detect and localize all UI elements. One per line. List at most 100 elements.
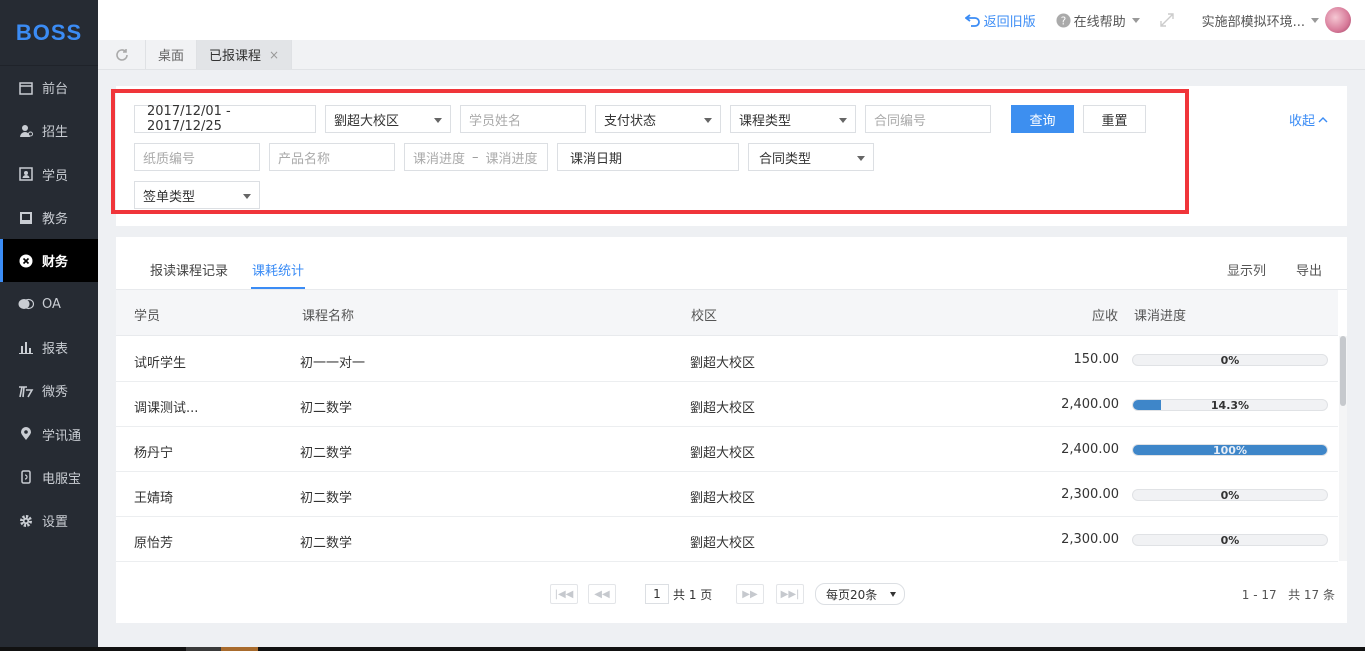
scrollbar-thumb[interactable] — [1340, 336, 1346, 406]
app-logo[interactable]: BOSS — [0, 0, 98, 66]
tab-enrolled-courses[interactable]: 已报课程 × — [197, 40, 293, 69]
pay-status-select[interactable]: 支付状态 — [595, 105, 721, 133]
table-row[interactable]: 调课测试... 初二数学 劉超大校区 2,400.00 14.3% — [116, 382, 1338, 427]
page-number-input[interactable]: 1 — [645, 584, 669, 604]
chevron-down-icon — [839, 118, 847, 123]
content-tabs: 报读课程记录 课耗统计 显示列 导出 — [116, 237, 1347, 290]
progress-bar: 100% — [1132, 444, 1328, 456]
sidebar-item[interactable]: 学员 — [0, 153, 98, 196]
collapse-filters-link[interactable]: 收起 — [1289, 110, 1328, 129]
sidebar-item-label: OA — [42, 296, 61, 312]
phone-icon — [18, 469, 34, 485]
student-name-input[interactable]: 学员姓名 — [460, 105, 586, 133]
first-page-button[interactable]: |◀◀ — [550, 584, 578, 604]
contract-type-value: 合同类型 — [759, 151, 812, 167]
search-button[interactable]: 查询 — [1011, 105, 1074, 133]
tab-consumption-stats[interactable]: 课耗统计 — [252, 260, 304, 279]
user-add-icon — [18, 123, 34, 139]
date-range-value: 2017/12/01 - 2017/12/25 — [147, 104, 231, 134]
contract-type-select[interactable]: 合同类型 — [748, 143, 874, 171]
export-button[interactable]: 导出 — [1296, 260, 1322, 279]
progress-label: 0% — [1220, 354, 1240, 366]
cell-student: 原怡芳 — [134, 536, 174, 551]
consume-date-picker[interactable]: 课消日期 — [557, 143, 739, 171]
cell-campus: 劉超大校区 — [690, 491, 756, 506]
page-tabs-bar: 桌面 已报课程 × — [98, 40, 1365, 70]
tab-desktop[interactable]: 桌面 — [146, 40, 198, 69]
back-old-version-link[interactable]: 返回旧版 — [964, 11, 1036, 30]
cell-student: 杨丹宁 — [134, 446, 174, 461]
table-row[interactable]: 试听学生 初一一对一 劉超大校区 150.00 0% — [116, 337, 1338, 382]
cell-course: 初二数学 — [300, 446, 353, 461]
cell-student: 调课测试... — [134, 401, 199, 416]
close-icon[interactable]: × — [269, 48, 279, 62]
sidebar-item[interactable]: 报表 — [0, 326, 98, 369]
top-header: 返回旧版 ? 在线帮助 实施部模拟环境... — [98, 0, 1365, 40]
chevron-down-icon — [1311, 17, 1319, 23]
table-row[interactable]: 原怡芳 初二数学 劉超大校区 2,300.00 0% — [116, 517, 1338, 562]
cell-course: 初一一对一 — [300, 356, 366, 371]
avatar[interactable] — [1325, 7, 1351, 33]
table-row[interactable]: 杨丹宁 初二数学 劉超大校区 2,400.00 100% — [116, 427, 1338, 472]
book-icon — [18, 210, 34, 226]
gear-icon — [18, 513, 34, 529]
cell-student: 试听学生 — [134, 356, 187, 371]
product-name-input[interactable]: 产品名称 — [269, 143, 395, 171]
tab-enroll-records[interactable]: 报读课程记录 — [150, 260, 228, 279]
column-header-student[interactable]: 学员 — [134, 305, 160, 324]
chevron-down-icon — [243, 194, 251, 199]
next-page-button[interactable]: ▶▶ — [736, 584, 764, 604]
contract-no-input[interactable]: 合同编号 — [865, 105, 991, 133]
sidebar-item-label: 招生 — [42, 125, 69, 141]
last-page-button[interactable]: ▶▶| — [776, 584, 804, 604]
prev-page-icon: ◀◀ — [594, 588, 610, 600]
paper-no-input[interactable]: 纸质编号 — [134, 143, 260, 171]
prev-page-button[interactable]: ◀◀ — [588, 584, 616, 604]
table-row[interactable]: 王婧琦 初二数学 劉超大校区 2,300.00 0% — [116, 472, 1338, 517]
campus-value: 劉超大校区 — [334, 113, 400, 129]
progress-label: 0% — [1220, 489, 1240, 501]
record-total: 共 17 条 — [1288, 588, 1335, 602]
cell-receivable: 2,400.00 — [1061, 397, 1119, 412]
cell-receivable: 150.00 — [1073, 352, 1120, 367]
user-menu[interactable]: 实施部模拟环境... — [1202, 7, 1351, 33]
progress-label: 14.3% — [1210, 399, 1250, 411]
pay-status-value: 支付状态 — [604, 113, 657, 129]
refresh-button[interactable] — [98, 40, 146, 69]
column-header-receivable[interactable]: 应收 — [1092, 305, 1118, 324]
sidebar-item[interactable]: 电服宝 — [0, 456, 98, 499]
sidebar-item-label: 报表 — [42, 341, 69, 357]
column-header-progress[interactable]: 课消进度 — [1134, 305, 1186, 324]
page-size-select[interactable]: 每页20条 — [815, 583, 905, 605]
cell-campus: 劉超大校区 — [690, 356, 756, 371]
online-help-menu[interactable]: ? 在线帮助 — [1056, 11, 1140, 30]
calendar-icon — [18, 80, 34, 96]
back-old-version-label: 返回旧版 — [983, 14, 1036, 30]
progress-range-input[interactable]: 课消进度 – 课消进度 — [404, 143, 548, 171]
progress-bar: 0% — [1132, 534, 1328, 546]
finance-icon — [18, 253, 34, 269]
student-name-placeholder: 学员姓名 — [469, 113, 522, 129]
sidebar-item[interactable]: 教务 — [0, 196, 98, 239]
course-type-select[interactable]: 课程类型 — [730, 105, 856, 133]
contract-no-placeholder: 合同编号 — [874, 113, 927, 129]
sidebar-item[interactable]: 微秀 — [0, 369, 98, 412]
sidebar-item[interactable]: 设置 — [0, 499, 98, 542]
taskbar-item — [221, 647, 258, 651]
fullscreen-button[interactable] — [1159, 13, 1174, 27]
table-scrollbar[interactable] — [1339, 336, 1347, 561]
sidebar-item[interactable]: 招生 — [0, 109, 98, 152]
sidebar-item[interactable]: OA — [0, 282, 98, 325]
brand-icon — [18, 383, 34, 399]
campus-select[interactable]: 劉超大校区 — [325, 105, 451, 133]
date-range-picker[interactable]: 2017/12/01 - 2017/12/25 — [134, 104, 316, 134]
sidebar-item[interactable]: 学讯通 — [0, 412, 98, 455]
show-columns-button[interactable]: 显示列 — [1227, 260, 1266, 279]
reset-button[interactable]: 重置 — [1083, 105, 1146, 133]
column-header-course[interactable]: 课程名称 — [302, 305, 354, 324]
sidebar-item[interactable]: 前台 — [0, 66, 98, 109]
column-header-campus[interactable]: 校区 — [691, 305, 717, 324]
record-range: 1 - 17 — [1241, 588, 1277, 602]
sidebar-item[interactable]: 财务 — [0, 239, 98, 283]
sign-type-select[interactable]: 签单类型 — [134, 181, 260, 209]
